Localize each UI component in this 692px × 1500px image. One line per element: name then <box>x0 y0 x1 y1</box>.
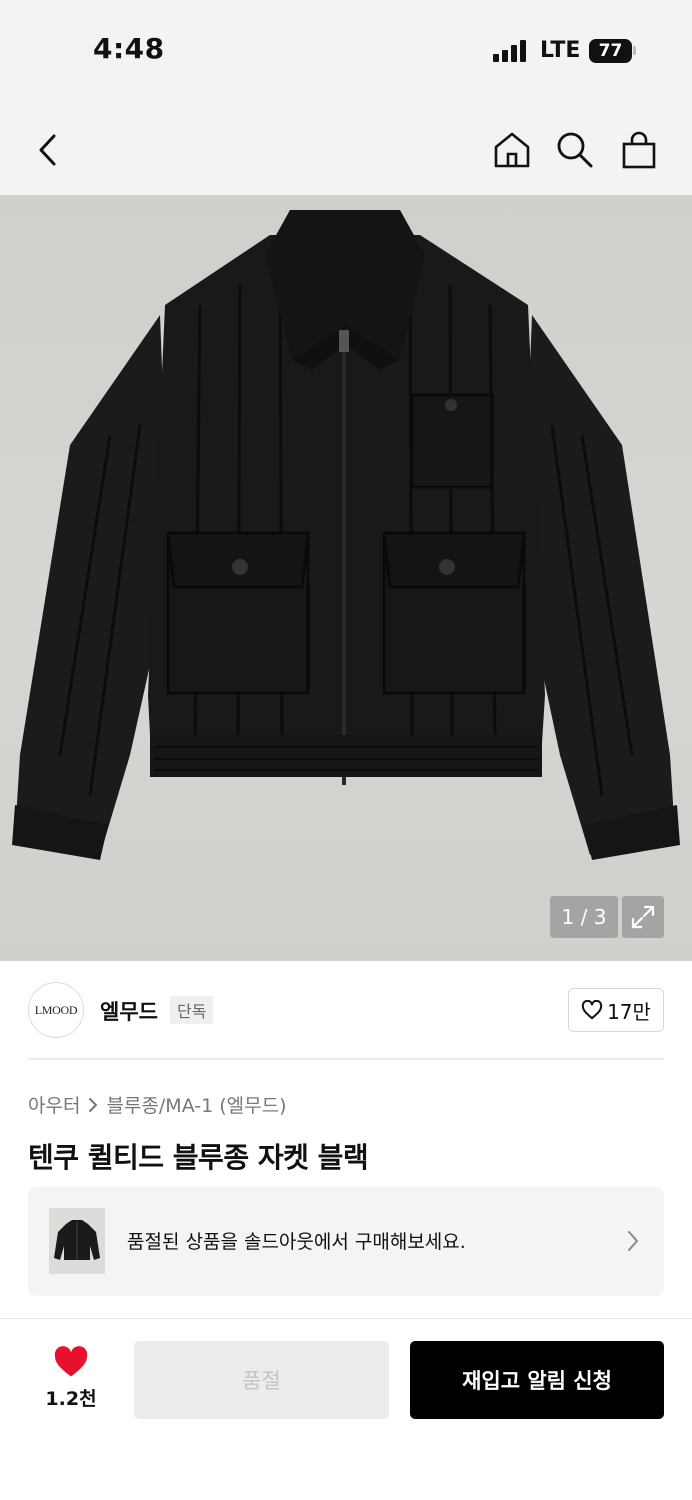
brand-logo-text: LMOOD <box>34 1002 78 1017</box>
restock-alert-button[interactable]: 재입고 알림 신청 <box>410 1341 664 1419</box>
brand-name[interactable]: 엘무드 <box>100 996 158 1026</box>
jacket-thumbnail-icon <box>54 1220 100 1260</box>
image-counter: 1 / 3 <box>550 896 618 938</box>
chevron-right-icon <box>89 1097 98 1112</box>
product-image[interactable] <box>0 195 692 961</box>
wishlist-count: 1.2천 <box>45 1388 97 1410</box>
expand-button[interactable] <box>622 896 664 938</box>
home-button[interactable] <box>490 128 534 172</box>
chevron-right-icon <box>628 1231 638 1251</box>
search-icon <box>557 132 593 168</box>
breadcrumb-category[interactable]: 아우터 <box>28 1091 80 1118</box>
status-time: 4:48 <box>93 32 165 65</box>
status-bar: 4:48 LTE 77 <box>0 0 692 100</box>
soldout-banner[interactable]: 품절된 상품을 솔드아웃에서 구매해보세요. <box>28 1187 664 1296</box>
product-title: 텐쿠 퀼티드 블루종 자켓 블랙 <box>28 1141 369 1174</box>
breadcrumb: 아우터 블루종/MA-1 (엘무드) <box>28 1091 287 1118</box>
shopping-bag-icon <box>622 131 656 169</box>
bottom-bar: 1.2천 품절 재입고 알림 신청 <box>0 1320 692 1500</box>
heart-outline-icon <box>581 1000 603 1020</box>
bottom-bar-divider <box>0 1318 692 1319</box>
search-button[interactable] <box>553 128 597 172</box>
chevron-left-icon <box>39 134 56 166</box>
heart-filled-icon <box>54 1346 88 1377</box>
expand-icon <box>631 905 655 929</box>
network-label: LTE <box>540 38 581 63</box>
battery-cap <box>633 46 636 55</box>
soldout-thumbnail <box>49 1208 105 1274</box>
cart-button[interactable] <box>617 128 661 172</box>
home-icon <box>494 132 530 168</box>
soldout-button: 품절 <box>134 1341 389 1419</box>
brand-like-button[interactable]: 17만 <box>568 988 664 1032</box>
breadcrumb-subcategory[interactable]: 블루종/MA-1 (엘무드) <box>106 1091 286 1118</box>
jacket-illustration <box>12 210 680 860</box>
divider <box>28 1058 664 1060</box>
brand-row: LMOOD 엘무드 단독 17만 <box>28 982 664 1040</box>
brand-logo[interactable]: LMOOD <box>28 982 84 1038</box>
brand-like-count: 17만 <box>607 999 651 1024</box>
signal-icon <box>493 40 526 62</box>
nav-bar <box>0 100 692 195</box>
soldout-banner-text: 품절된 상품을 솔드아웃에서 구매해보세요. <box>127 1231 466 1253</box>
battery-icon: 77 <box>589 39 632 63</box>
exclusive-badge: 단독 <box>170 996 214 1024</box>
battery-level: 77 <box>598 41 623 61</box>
wishlist-button[interactable]: 1.2천 <box>38 1346 104 1411</box>
back-button[interactable] <box>26 128 70 172</box>
